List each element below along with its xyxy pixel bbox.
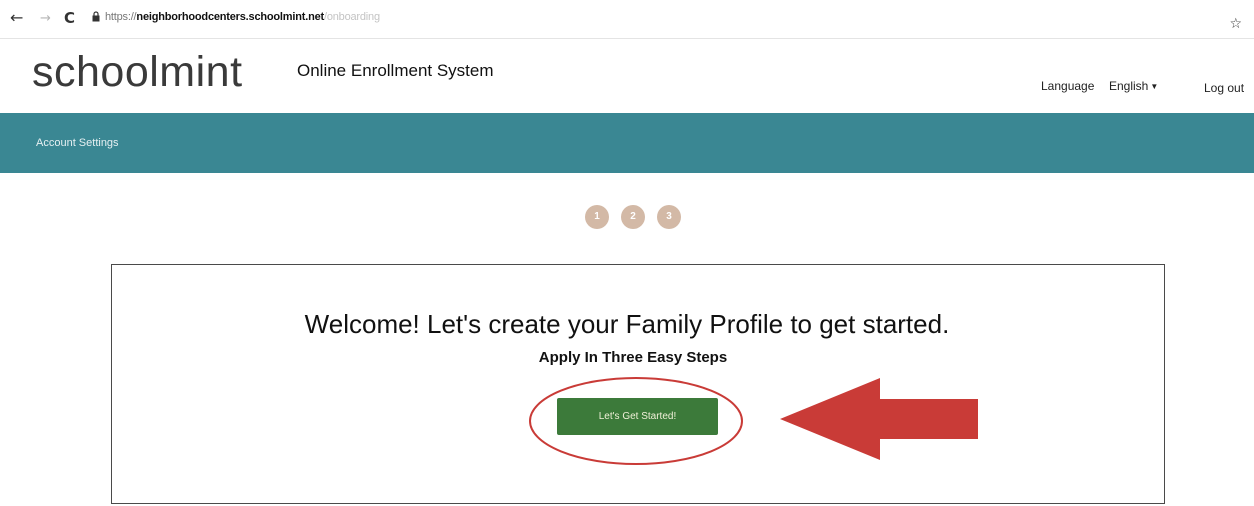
step-indicator-3: 3 bbox=[657, 205, 681, 229]
welcome-title: Welcome! Let's create your Family Profil… bbox=[304, 309, 950, 339]
page-root: ← → C https://neighborhoodcenters.school… bbox=[0, 0, 1254, 506]
bookmark-star-icon[interactable]: ☆ bbox=[1229, 16, 1242, 32]
reload-icon[interactable]: C bbox=[64, 10, 75, 26]
logout-link[interactable]: Log out bbox=[1204, 81, 1244, 95]
welcome-card: Welcome! Let's create your Family Profil… bbox=[111, 264, 1165, 504]
app-title: Online Enrollment System bbox=[297, 61, 494, 80]
address-bar[interactable]: https://neighborhoodcenters.schoolmint.n… bbox=[105, 10, 380, 24]
welcome-subtitle: Apply In Three Easy Steps bbox=[538, 349, 728, 366]
forward-arrow-icon[interactable]: → bbox=[40, 11, 51, 27]
url-scheme: https:// bbox=[105, 11, 137, 23]
main-navbar: Account Settings bbox=[0, 113, 1254, 173]
language-value: English bbox=[1109, 79, 1149, 93]
logo-text: schoolmint bbox=[32, 48, 243, 96]
chevron-down-icon: ▼ bbox=[1150, 82, 1159, 91]
back-arrow-icon[interactable]: ← bbox=[10, 10, 23, 26]
step-indicator-1: 1 bbox=[585, 205, 609, 229]
lock-icon bbox=[92, 11, 100, 22]
schoolmint-logo: schoolmint bbox=[32, 46, 243, 98]
get-started-button[interactable]: Let's Get Started! bbox=[557, 398, 718, 435]
nav-item-account-settings[interactable]: Account Settings bbox=[36, 136, 119, 150]
language-label: Language bbox=[1041, 79, 1095, 93]
language-dropdown[interactable]: English ▼ bbox=[1109, 79, 1158, 94]
step-indicator-2: 2 bbox=[621, 205, 645, 229]
url-path: /onboarding bbox=[323, 11, 380, 23]
url-host: neighborhoodcenters.schoolmint.net bbox=[136, 11, 324, 23]
browser-toolbar: ← → C https://neighborhoodcenters.school… bbox=[0, 0, 1254, 39]
